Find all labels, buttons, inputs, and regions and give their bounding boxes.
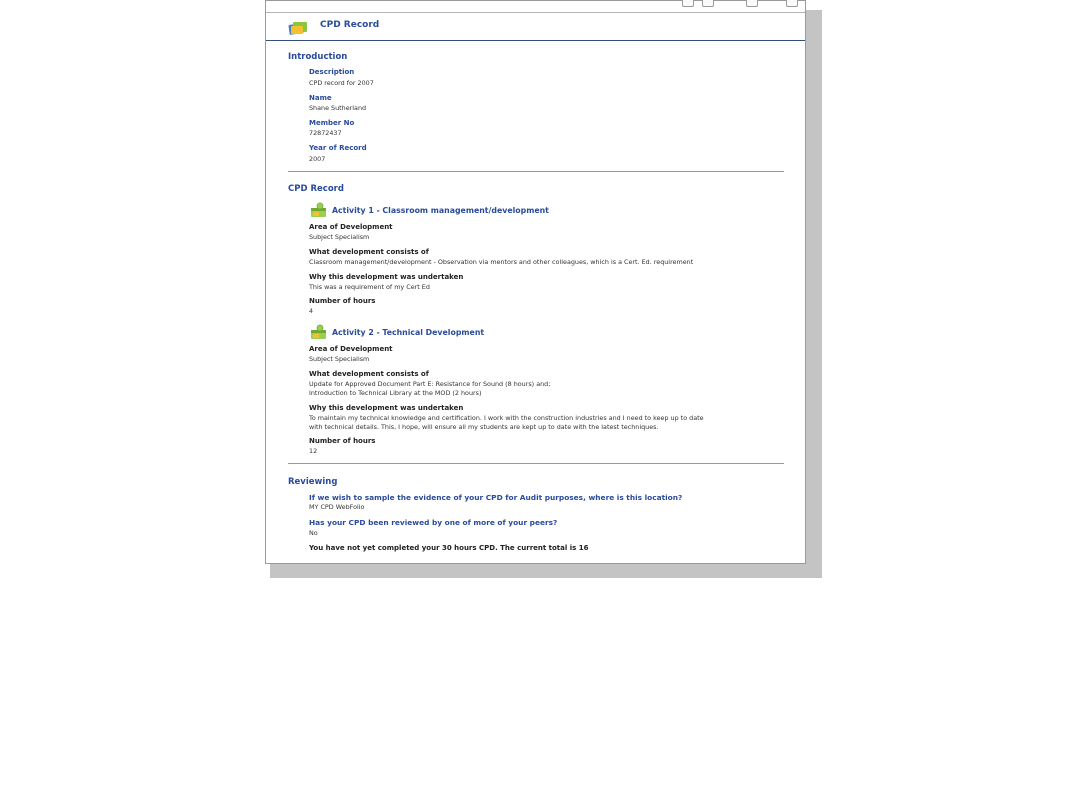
description-label: Description — [309, 68, 355, 76]
why-label: Why this development was undertaken — [309, 404, 464, 412]
reviewing-heading: Reviewing — [288, 477, 338, 487]
consists-label: What development consists of — [309, 370, 429, 378]
close-icon[interactable] — [786, 0, 798, 7]
cpd-total-note: You have not yet completed your 30 hours… — [309, 544, 589, 552]
member-no-value: 72872437 — [309, 129, 342, 137]
consists-value-line-1: Update for Approved Document Part E: Res… — [309, 380, 551, 388]
name-value: Shane Sutherland — [309, 104, 367, 112]
record-icon — [288, 20, 308, 39]
edit-icon[interactable] — [682, 0, 694, 7]
toolbar — [266, 0, 805, 13]
page-title: CPD Record — [320, 20, 380, 30]
area-label: Area of Development — [309, 345, 393, 353]
area-label: Area of Development — [309, 223, 393, 231]
peer-review-question: Has your CPD been reviewed by one of mor… — [309, 518, 558, 527]
divider — [288, 463, 784, 464]
activity-icon — [310, 324, 328, 344]
area-value: Subject Specialism — [309, 233, 370, 241]
introduction-heading: Introduction — [288, 52, 348, 62]
why-label: Why this development was undertaken — [309, 273, 464, 281]
activity-icon — [310, 202, 328, 222]
description-value: CPD record for 2007 — [309, 79, 374, 87]
hours-value: 12 — [309, 447, 318, 455]
audit-location-answer: MY CPD WebFolio — [309, 503, 365, 511]
area-value: Subject Specialism — [309, 355, 370, 363]
why-value-line-1: To maintain my technical knowledge and c… — [309, 414, 704, 422]
cpd-record-heading: CPD Record — [288, 184, 344, 194]
why-value: This was a requirement of my Cert Ed — [309, 283, 430, 291]
hours-label: Number of hours — [309, 297, 376, 305]
record-header: CPD Record — [266, 13, 805, 41]
why-value-line-2: with technical details. This, I hope, wi… — [309, 423, 659, 431]
audit-location-question: If we wish to sample the evidence of you… — [309, 493, 683, 502]
year-label: Year of Record — [309, 144, 367, 152]
year-value: 2007 — [309, 155, 326, 163]
peer-review-answer: No — [309, 529, 318, 537]
tag-icon[interactable] — [702, 0, 714, 7]
hours-value: 4 — [309, 307, 314, 315]
divider — [288, 171, 784, 172]
consists-label: What development consists of — [309, 248, 429, 256]
name-label: Name — [309, 94, 332, 102]
consists-value-line-2: Introduction to Technical Library at the… — [309, 389, 482, 397]
hours-label: Number of hours — [309, 437, 376, 445]
activity-1-title: Activity 1 - Classroom management/develo… — [332, 206, 549, 215]
activity-2-title: Activity 2 - Technical Development — [332, 328, 485, 337]
consists-value: Classroom management/development - Obser… — [309, 258, 694, 266]
member-no-label: Member No — [309, 119, 355, 127]
print-icon[interactable] — [746, 0, 758, 7]
cpd-document: CPD Record Introduction Description CPD … — [265, 0, 806, 564]
